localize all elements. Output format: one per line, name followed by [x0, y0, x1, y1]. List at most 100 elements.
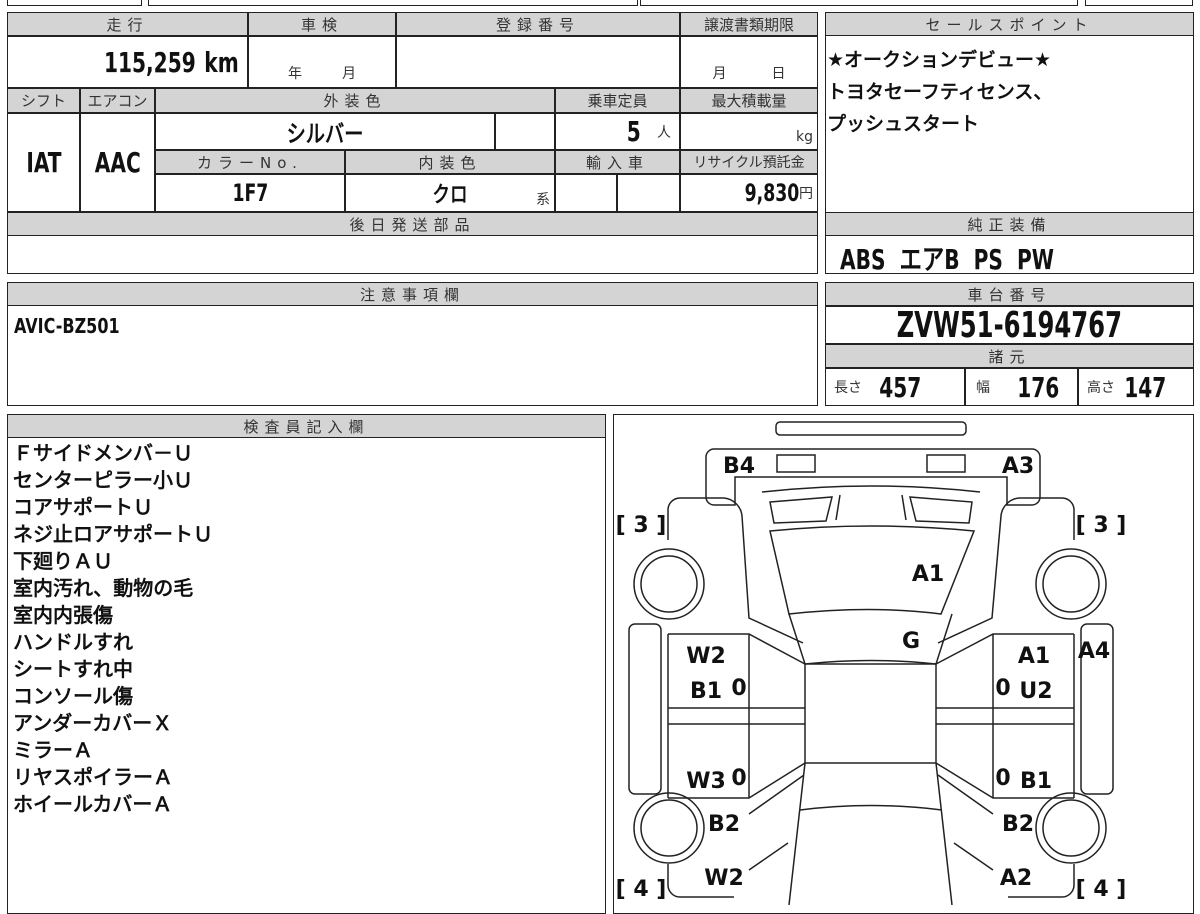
label-lr-qtr: B2 — [708, 812, 740, 837]
sales-point: ★オークションデビュー★ — [827, 49, 1052, 71]
parts-header: 後日発送部品 — [7, 212, 818, 236]
inspector-item: ハンドルすれ — [13, 630, 133, 654]
label-lr-qtr2: W2 — [704, 866, 744, 891]
color-no-text: 1F7 — [232, 179, 268, 207]
tire-front-left — [633, 548, 705, 620]
sales-point: トヨタセーフティセンス、 — [827, 81, 1053, 103]
windshield — [788, 613, 953, 665]
label-zero: 0 — [995, 676, 1010, 701]
label-lf-tire: [ 3 ] — [616, 513, 667, 538]
chassis-header: 車台番号 — [825, 282, 1194, 306]
interior-value: クロ 系 — [345, 174, 555, 212]
top-cell — [1085, 0, 1193, 6]
mileage-number: 115,259 — [104, 45, 196, 79]
shift-header: シフト — [7, 88, 80, 113]
spec-width: 幅 176 — [965, 368, 1078, 406]
aircon-header: エアコン — [80, 88, 155, 113]
width-label: 幅 — [976, 380, 990, 396]
inspector-header: 検査員記入欄 — [7, 414, 606, 438]
inspector-item: ネジ止ロアサポートＵ — [13, 522, 213, 546]
length-value: 457 — [879, 370, 922, 404]
spec-height: 高さ 147 — [1078, 368, 1194, 406]
transfer-value: 月日 — [680, 36, 818, 88]
tire-rear-right-inner — [1042, 799, 1100, 857]
damage-diagram: B4 A3 [ 3 ] [ 3 ] A1 G W2 B1 0 A1 U2 0 A… — [613, 414, 1194, 914]
recycle-unit: 円 — [799, 186, 813, 202]
max-load-header: 最大積載量 — [680, 88, 818, 113]
capacity-unit: 人 — [657, 124, 671, 141]
inspector-item: 室内汚れ、動物の毛 — [13, 576, 194, 600]
sales-header: セールスポイント — [825, 12, 1194, 36]
roof — [804, 663, 937, 764]
label-zero: 0 — [731, 676, 746, 701]
registration-header: 登録番号 — [396, 12, 680, 36]
mileage-unit: km — [204, 45, 239, 79]
specs-header: 諸元 — [825, 344, 1194, 368]
equipment-header: 純正装備 — [825, 212, 1194, 236]
label-rr-qtr2: A2 — [1000, 866, 1032, 891]
recycle-header: リサイクル預託金 — [680, 150, 818, 174]
mileage-header: 走行 — [7, 12, 248, 36]
recycle-number: 9,830 — [744, 179, 799, 207]
label-windshield: G — [902, 629, 920, 654]
inspection-value: 年月 — [248, 36, 396, 88]
spec-length: 長さ 457 — [825, 368, 965, 406]
height-label: 高さ — [1087, 380, 1115, 396]
left-rocker — [628, 623, 662, 795]
inspector-item: センターピラー小Ｕ — [13, 468, 193, 492]
registration-value — [396, 36, 680, 88]
label-rf-door2: U2 — [1019, 679, 1052, 704]
label-zero: 0 — [995, 766, 1010, 791]
shift-value: IAT — [7, 113, 80, 212]
inspector-item: ホイールカバーＡ — [13, 792, 173, 816]
label-zero: 0 — [731, 766, 746, 791]
headlight-right — [926, 454, 966, 473]
notes-header: 注意事項欄 — [7, 282, 818, 306]
tire-front-left-inner — [640, 555, 698, 613]
chassis-number: ZVW51-6194767 — [896, 304, 1123, 346]
sales-points-list: ★オークションデビュー★ トヨタセーフティセンス、 プッシュスタート — [827, 44, 1052, 140]
front-bumper — [775, 421, 967, 436]
inspection-header: 車検 — [248, 12, 396, 36]
shift-text: IAT — [25, 146, 62, 179]
label-rr-qtr: B2 — [1002, 812, 1034, 837]
tire-front-right-inner — [1042, 555, 1100, 613]
label-lr-tire: [ 4 ] — [616, 877, 667, 902]
inspector-list: Ｆサイドメンバ－Ｕ センターピラー小Ｕ コアサポートＵ ネジ止ロアサポートＵ 下廻りＡＵ… — [13, 440, 213, 818]
import-value-2 — [617, 174, 680, 212]
inspector-item: リヤスポイラーＡ — [13, 765, 173, 789]
exterior-extra — [495, 113, 555, 150]
width-value: 176 — [1017, 370, 1060, 404]
top-cell — [7, 0, 142, 6]
color-no-header: カラーNo. — [155, 150, 345, 174]
label-rf-door: A1 — [1018, 644, 1050, 669]
transfer-header: 譲渡書類期限 — [680, 12, 818, 36]
grille — [761, 485, 981, 524]
max-load-value: kg — [680, 113, 818, 150]
inspector-item: シートすれ中 — [13, 657, 133, 681]
interior-header: 内装色 — [345, 150, 555, 174]
label-hood: A1 — [912, 562, 944, 587]
label-lf-door2: B1 — [690, 679, 722, 704]
exterior-header: 外装色 — [155, 88, 555, 113]
capacity-header: 乗車定員 — [555, 88, 680, 113]
front-panel — [705, 448, 1041, 506]
length-label: 長さ — [834, 380, 862, 396]
tire-rear-left-inner — [640, 799, 698, 857]
load-unit: kg — [796, 129, 813, 145]
label-b4: B4 — [723, 454, 755, 479]
transfer-month: 月 — [712, 66, 727, 82]
tire-front-right — [1035, 548, 1107, 620]
interior-suffix: 系 — [536, 192, 550, 208]
inspector-item: コンソール傷 — [13, 684, 133, 708]
exterior-text: シルバー — [286, 120, 364, 148]
label-rf-tire: [ 3 ] — [1076, 513, 1127, 538]
inspector-item: Ｆサイドメンバ－Ｕ — [13, 441, 193, 465]
recycle-value: 9,830 円 — [680, 174, 818, 212]
inspector-item: 室内内張傷 — [13, 603, 113, 627]
capacity-value: 5人 — [555, 113, 680, 150]
tire-rear-right — [1035, 792, 1107, 864]
top-cell — [640, 0, 1078, 6]
height-value: 147 — [1124, 370, 1167, 404]
front-fenders — [667, 497, 1075, 644]
